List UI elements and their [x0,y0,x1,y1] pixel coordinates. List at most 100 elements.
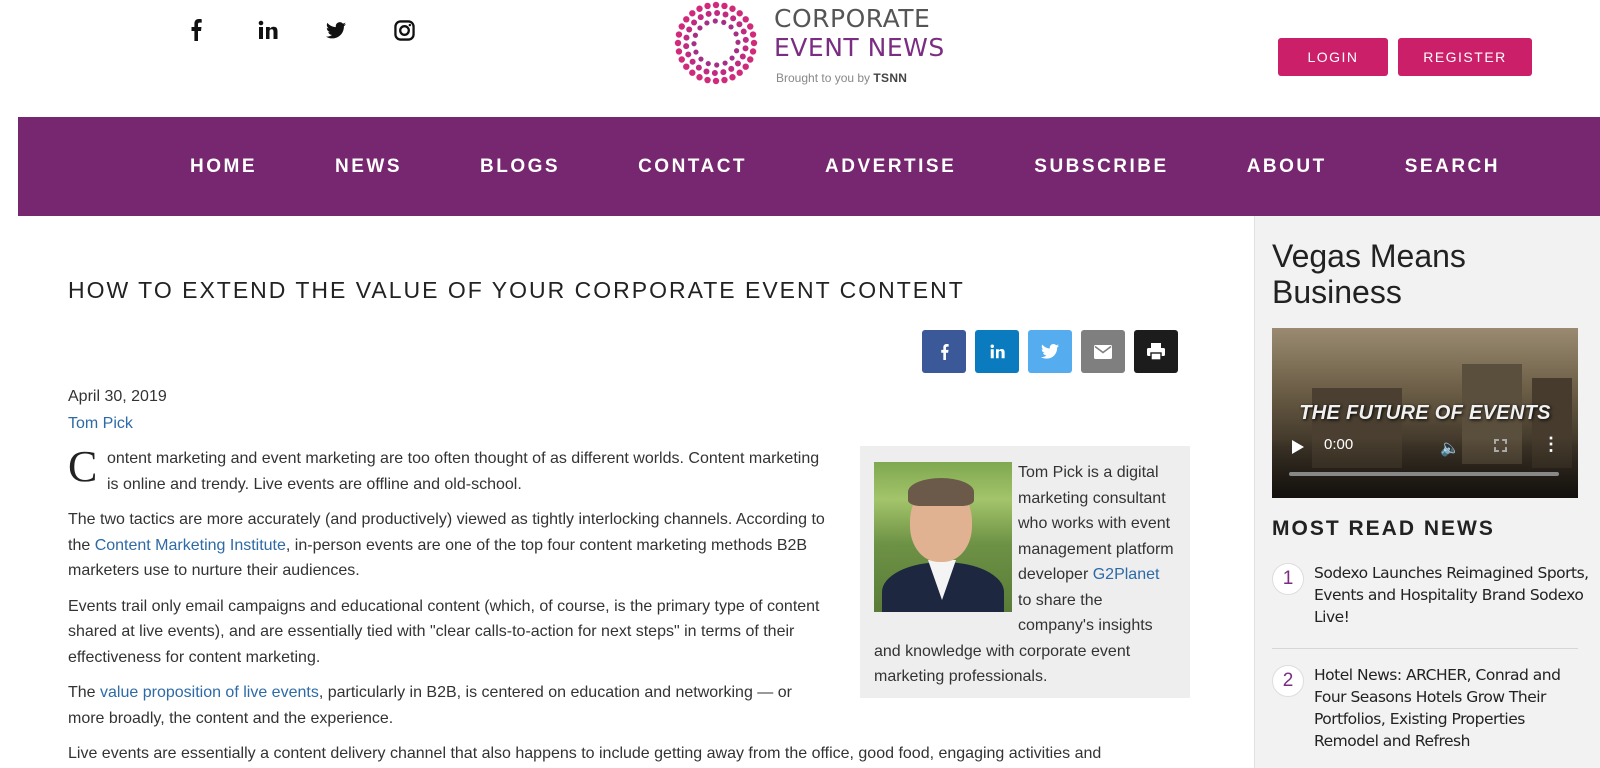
nav-contact[interactable]: CONTACT [638,156,747,178]
most-read-item[interactable]: 1 Sodexo Launches Reimagined Sports, Eve… [1272,562,1592,628]
logo-dot [678,56,685,63]
logo-dots-ring [674,1,758,85]
logo-dot [691,41,697,47]
logo-dot [729,5,736,12]
logo-dot [722,11,729,18]
facebook-share-button[interactable] [922,330,966,373]
linkedin-share-button[interactable] [975,330,1019,373]
logo-dot [683,16,690,23]
nav-about[interactable]: ABOUT [1247,156,1327,178]
author-photo [874,462,1012,612]
logo-dot [678,23,685,30]
facebook-share-icon [940,343,949,360]
logo-dot [730,15,737,22]
login-button[interactable]: LOGIN [1278,38,1388,76]
rank-badge: 2 [1272,665,1304,697]
email-share-icon [1094,344,1112,359]
twitter-share-icon [1041,344,1059,359]
logo-dot [721,19,727,26]
author-bio-box: Tom Pick is a digital marketing consulta… [860,446,1190,698]
logo-dot [711,69,718,76]
author-link[interactable]: Tom Pick [68,415,133,433]
logo-dot [674,39,682,47]
logo-dot [722,60,728,66]
logo-dot [728,65,735,72]
logo-dot [736,10,743,17]
logo-dot [685,51,692,58]
logo-dot [735,39,741,45]
article-body: Content marketing and event marketing ar… [68,442,1101,768]
paragraph-3: Events trail only email campaigns and ed… [68,597,820,666]
instagram-icon[interactable] [394,16,462,44]
rank-badge: 1 [1272,563,1304,595]
most-read-headline[interactable]: Hotel News: ARCHER, Conrad and Four Seas… [1314,664,1592,752]
linkedin-share-icon [990,344,1005,359]
logo-dot [675,48,683,55]
article-title: HOW TO EXTEND THE VALUE OF YOUR CORPORAT… [68,277,965,303]
logo-line-1: CORPORATE [774,4,931,33]
logo-dot [683,34,690,41]
facebook-icon[interactable] [190,16,258,44]
logo-dot [705,60,711,67]
nav-blogs[interactable]: BLOGS [480,156,560,178]
linkedin-icon[interactable] [258,16,326,44]
divider [1272,648,1578,649]
promo-title: Vegas Means Business [1272,238,1466,310]
logo-dot [712,77,720,85]
logo-dot [697,14,704,21]
logo-dot [733,48,740,54]
logo-tagline-brand: TSNN [873,71,908,85]
fullscreen-icon[interactable] [1494,439,1507,452]
print-button[interactable] [1134,330,1178,373]
most-read-headline[interactable]: Sodexo Launches Reimagined Sports, Event… [1314,562,1592,628]
logo-dot [736,21,743,28]
logo-dot [696,74,703,81]
register-button[interactable]: REGISTER [1398,38,1532,76]
logo-dot [747,56,754,63]
logo-dot [729,74,736,81]
logo-tagline-text: Brought to you by [776,71,871,85]
logo-dot [747,23,754,30]
play-icon[interactable] [1292,440,1304,454]
paragraph-1: Content marketing and event marketing ar… [68,442,828,497]
logo-dot [703,68,710,75]
nav-search[interactable]: SEARCH [1405,156,1500,178]
g2planet-link[interactable]: G2Planet [1093,566,1160,583]
video-progress-bar[interactable] [1289,472,1559,476]
twitter-share-button[interactable] [1028,330,1072,373]
site-logo[interactable]: CORPORATE EVENT NEWS Brought to you by T… [670,0,960,92]
nav-news[interactable]: NEWS [335,156,402,178]
paragraph-4: The value proposition of live events, pa… [68,680,828,731]
logo-dot [739,53,746,60]
logo-dot [683,63,690,70]
logo-dot [721,76,728,84]
logo-line-2: EVENT NEWS [774,33,945,62]
volume-icon[interactable]: 🔈 [1440,438,1460,458]
logo-dot [683,43,690,50]
logo-dot [689,58,696,65]
more-options-icon[interactable]: ⋮ [1542,434,1560,455]
video-controls [1272,438,1578,498]
nav-advertise[interactable]: ADVERTISE [825,156,956,178]
article-date: April 30, 2019 [68,388,167,405]
main-nav: HOME NEWS BLOGS CONTACT ADVERTISE SUBSCR… [18,117,1600,216]
logo-dot [675,31,683,38]
content-marketing-institute-link[interactable]: Content Marketing Institute [95,537,286,554]
most-read-item[interactable]: 2 Hotel News: ARCHER, Conrad and Four Se… [1272,664,1592,752]
email-share-button[interactable] [1081,330,1125,373]
logo-dot [693,49,699,55]
twitter-icon[interactable] [326,16,394,44]
nav-home[interactable]: HOME [190,156,257,178]
logo-dot [733,31,739,37]
logo-dot [704,20,710,26]
logo-dot [721,2,728,10]
paragraph-1-text: ontent marketing and event marketing are… [107,450,820,493]
paragraph-4-text-a: The [68,684,101,701]
logo-dot [705,10,712,17]
logo-dot [696,5,703,12]
value-proposition-link[interactable]: value proposition of live events [100,684,319,701]
promo-video-player[interactable]: THE FUTURE OF EVENTS 0:00 🔈 ⋮ [1272,328,1578,498]
logo-dot [749,31,757,38]
most-read-heading: MOST READ NEWS [1272,517,1495,540]
nav-subscribe[interactable]: SUBSCRIBE [1034,156,1168,178]
